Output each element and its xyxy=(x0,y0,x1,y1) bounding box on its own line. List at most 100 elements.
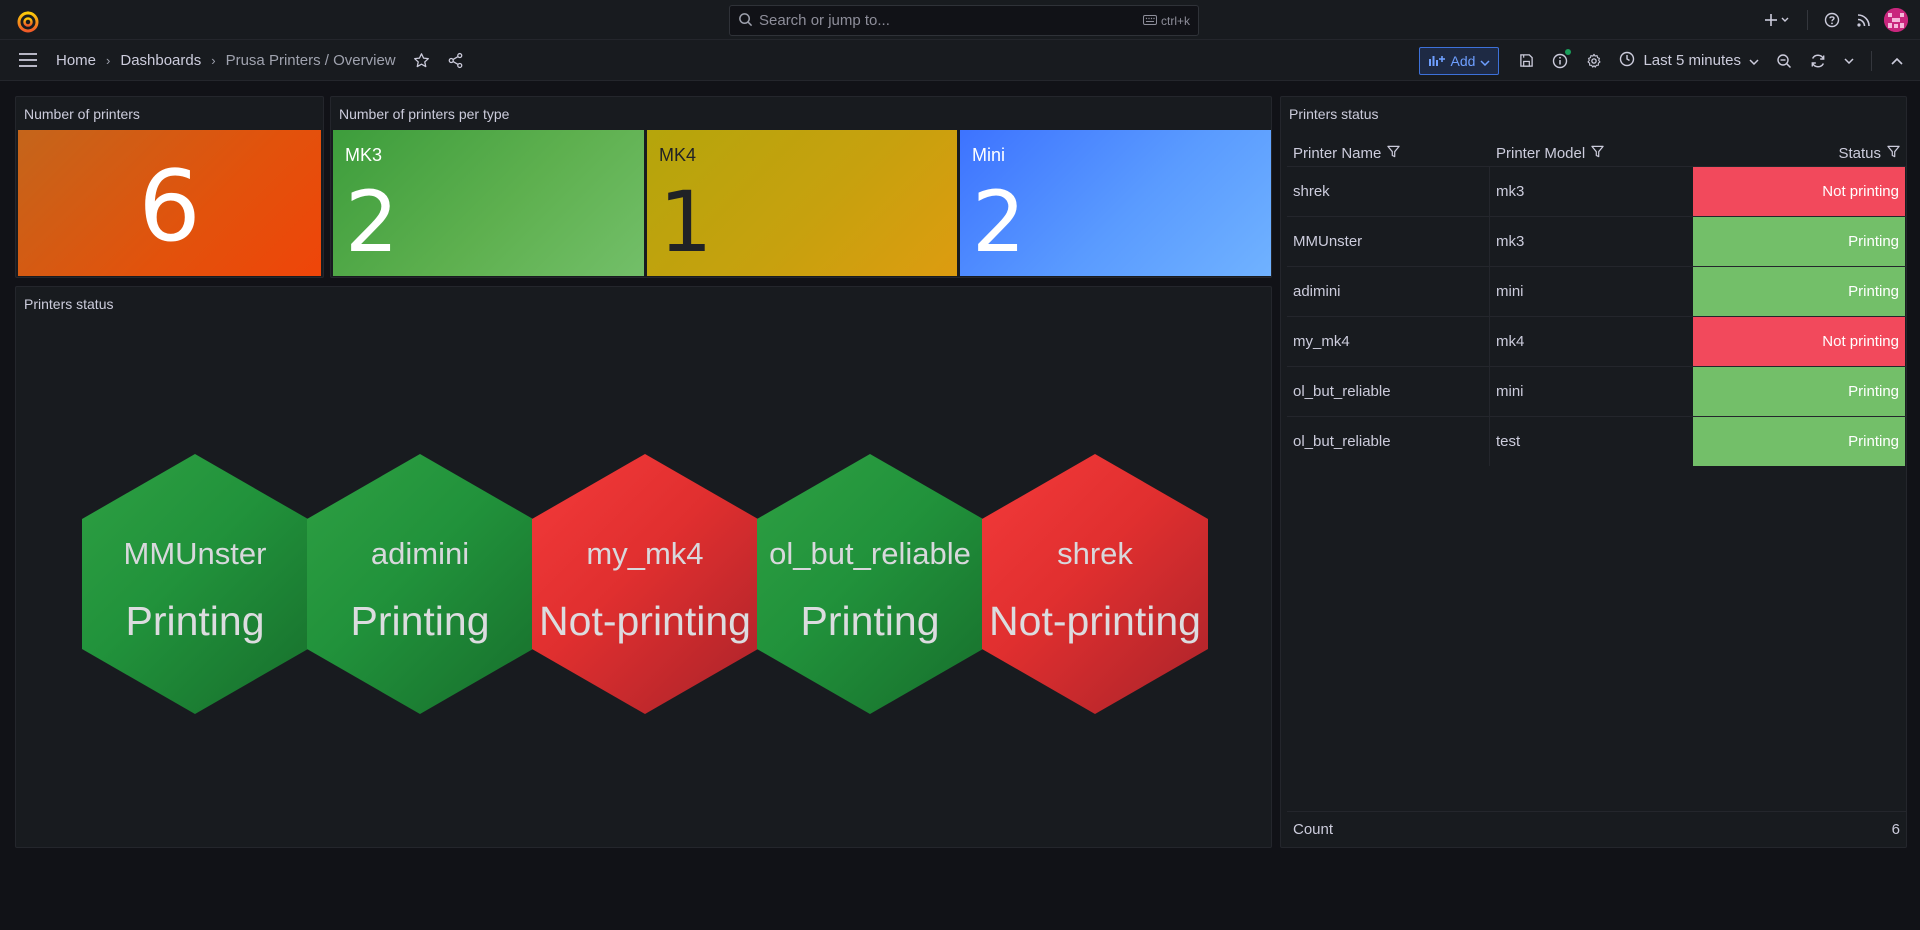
cell-printer-name: my_mk4 xyxy=(1287,317,1490,366)
breadcrumb: Home › Dashboards › Prusa Printers / Ove… xyxy=(56,52,396,69)
time-range-label: Last 5 minutes xyxy=(1643,52,1741,69)
add-button[interactable]: Add xyxy=(1418,46,1500,75)
cell-printer-name: adimini xyxy=(1287,267,1490,316)
hex-printer-status: Not-printing xyxy=(989,598,1201,644)
hex-cell[interactable]: adimini Printing xyxy=(307,454,533,714)
refresh-interval-chevron-down-icon[interactable] xyxy=(1835,45,1863,77)
menu-icon[interactable] xyxy=(14,46,42,74)
filter-icon[interactable] xyxy=(1887,145,1900,162)
column-header-printer-name[interactable]: Printer Name xyxy=(1287,145,1490,162)
panel-title: Printers status xyxy=(24,296,114,312)
collapse-chevron-up-icon[interactable] xyxy=(1880,45,1914,77)
cell-status: Printing xyxy=(1693,367,1905,416)
table-row[interactable]: MMUnster mk3 Printing xyxy=(1287,216,1906,266)
share-icon[interactable] xyxy=(442,46,470,74)
table-row[interactable]: ol_but_reliable mini Printing xyxy=(1287,366,1906,416)
breadcrumb-home[interactable]: Home xyxy=(56,52,96,69)
chevron-right-icon: › xyxy=(106,52,111,68)
add-panel-icon xyxy=(1428,53,1446,69)
search-input[interactable]: Search or jump to... ctrl+k xyxy=(729,5,1199,36)
hex-printer-status: Printing xyxy=(350,598,490,644)
hex-printer-name: MMUnster xyxy=(123,536,267,571)
news-rss-icon[interactable] xyxy=(1848,4,1880,36)
stat-value-mk3: 2 xyxy=(345,173,399,271)
hex-cell[interactable]: shrek Not-printing xyxy=(982,454,1208,714)
table-row[interactable]: my_mk4 mk4 Not printing xyxy=(1287,316,1906,366)
notification-dot xyxy=(1565,48,1572,55)
stat-label-mk4: MK4 xyxy=(659,145,697,165)
cell-printer-model: test xyxy=(1496,433,1521,450)
stat-label-mini: Mini xyxy=(972,145,1006,165)
cell-status: Printing xyxy=(1693,217,1905,266)
new-menu-button[interactable] xyxy=(1755,4,1799,36)
panel-printers-status-table: Printers status Printer Name Printer Mod… xyxy=(1280,96,1907,848)
column-label: Status xyxy=(1838,144,1881,162)
panel-title: Printers status xyxy=(1289,106,1379,122)
breadcrumb-current-dashboard: Prusa Printers / Overview xyxy=(225,51,396,69)
stat-label-mk3: MK3 xyxy=(345,145,383,165)
stat-tile-mini: Mini 2 xyxy=(960,130,1271,276)
breadcrumb-dashboards[interactable]: Dashboards xyxy=(120,52,201,69)
info-icon[interactable] xyxy=(1543,45,1577,77)
settings-gear-icon[interactable] xyxy=(1577,45,1611,77)
top-bar: Search or jump to... ctrl+k xyxy=(0,0,1920,40)
filter-icon[interactable] xyxy=(1591,145,1604,162)
table-row[interactable]: shrek mk3 Not printing xyxy=(1287,166,1906,216)
time-range-picker[interactable]: Last 5 minutes xyxy=(1611,45,1767,77)
column-header-printer-model[interactable]: Printer Model xyxy=(1490,145,1693,162)
panel-printers-per-type: Number of printers per type MK3 2 MK4 1 … xyxy=(330,96,1272,278)
cell-printer-model: mini xyxy=(1496,283,1524,300)
footer-label: Count xyxy=(1293,821,1334,838)
table-row[interactable]: ol_but_reliable test Printing xyxy=(1287,416,1906,466)
search-icon xyxy=(738,12,753,30)
dashboard-nav-bar: Home › Dashboards › Prusa Printers / Ove… xyxy=(0,40,1920,81)
shortcut-text: ctrl+k xyxy=(1160,13,1190,28)
cell-status: Printing xyxy=(1693,267,1905,316)
save-icon[interactable] xyxy=(1509,45,1543,77)
hex-cell[interactable]: my_mk4 Not-printing xyxy=(532,454,758,714)
table-header: Printer Name Printer Model Status xyxy=(1287,137,1906,169)
chevron-down-icon xyxy=(1480,53,1490,69)
hex-printer-status: Not-printing xyxy=(539,598,751,644)
keyboard-shortcut-hint: ctrl+k xyxy=(1142,13,1190,28)
cell-printer-model: mini xyxy=(1496,383,1524,400)
zoom-out-icon[interactable] xyxy=(1767,45,1801,77)
cell-printer-name: ol_but_reliable xyxy=(1287,367,1490,416)
grafana-logo-icon[interactable] xyxy=(16,9,40,33)
cell-printer-name: shrek xyxy=(1287,167,1490,216)
star-icon[interactable] xyxy=(408,46,436,74)
user-avatar[interactable] xyxy=(1884,8,1908,32)
cell-printer-model: mk3 xyxy=(1496,233,1525,250)
column-header-status[interactable]: Status xyxy=(1693,145,1906,162)
refresh-icon[interactable] xyxy=(1801,45,1835,77)
hex-cell[interactable]: ol_but_reliable Printing xyxy=(757,454,983,714)
cell-printer-name: ol_but_reliable xyxy=(1287,417,1490,466)
cell-printer-name: MMUnster xyxy=(1287,217,1490,266)
stat-value-mk4: 1 xyxy=(659,173,713,271)
help-icon[interactable] xyxy=(1816,4,1848,36)
chevron-right-icon: › xyxy=(211,52,216,68)
panel-printers-status-hexmap: Printers status MMUnster Printing adimin… xyxy=(15,286,1272,848)
panel-title: Number of printers xyxy=(24,106,140,122)
add-button-label: Add xyxy=(1450,52,1476,69)
cell-printer-model: mk4 xyxy=(1496,333,1525,350)
cell-status: Not printing xyxy=(1693,317,1905,366)
hex-printer-status: Printing xyxy=(125,598,265,644)
cell-status: Not printing xyxy=(1693,167,1905,216)
hex-cell[interactable]: MMUnster Printing xyxy=(82,454,308,714)
clock-icon xyxy=(1619,51,1635,71)
panel-title: Number of printers per type xyxy=(339,106,510,122)
divider xyxy=(1807,10,1808,30)
panel-number-of-printers: Number of printers 6 xyxy=(15,96,324,278)
hex-printer-name: my_mk4 xyxy=(586,536,704,571)
stat-tile-total: 6 xyxy=(18,130,321,276)
table-row[interactable]: adimini mini Printing xyxy=(1287,266,1906,316)
hex-printer-status: Printing xyxy=(800,598,940,644)
filter-icon[interactable] xyxy=(1387,145,1401,162)
stat-tile-mk3: MK3 2 xyxy=(333,130,644,276)
table-footer: Count 6 xyxy=(1287,811,1906,847)
cell-status: Printing xyxy=(1693,417,1905,466)
chevron-down-icon xyxy=(1749,52,1759,69)
hex-printer-name: shrek xyxy=(1057,536,1133,571)
column-label: Printer Name xyxy=(1293,144,1382,162)
